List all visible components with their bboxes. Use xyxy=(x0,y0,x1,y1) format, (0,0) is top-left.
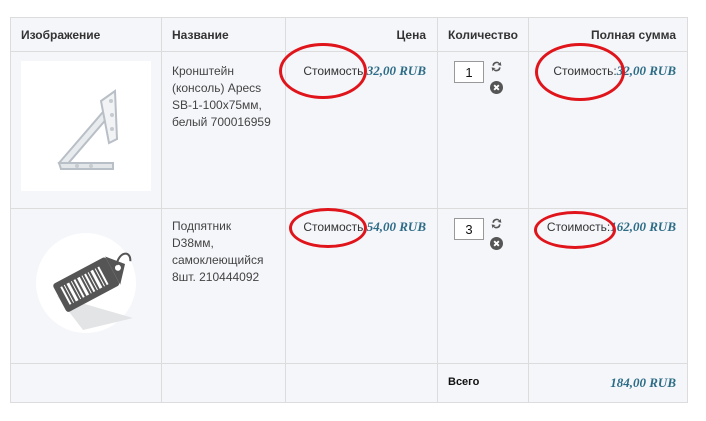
quantity-input[interactable] xyxy=(454,218,484,240)
bracket-image xyxy=(57,89,119,170)
column-divider xyxy=(437,18,438,402)
remove-icon[interactable] xyxy=(490,81,503,94)
unit-price: Стоимость:54,00 RUB xyxy=(303,219,426,234)
column-divider xyxy=(528,18,529,402)
row-divider xyxy=(11,208,687,209)
header-quantity: Количество xyxy=(448,28,518,42)
refresh-icon[interactable] xyxy=(490,60,503,73)
price-tag-icon xyxy=(36,233,136,333)
header-price: Цена xyxy=(396,28,426,42)
remove-icon[interactable] xyxy=(490,237,503,250)
quantity-input[interactable] xyxy=(454,61,484,83)
header-image: Изображение xyxy=(21,28,101,42)
cart-table: Изображение Название Цена Количество Пол… xyxy=(10,17,688,403)
unit-price: Стоимость:32,00 RUB xyxy=(303,63,426,78)
product-name[interactable]: Кронштейн (консоль) Apecs SB-1-100x75мм,… xyxy=(172,63,282,131)
product-name[interactable]: Подпятник D38мм, самоклеющийся 8шт. 2104… xyxy=(172,218,282,286)
row-divider xyxy=(11,51,687,52)
header-name: Название xyxy=(172,28,229,42)
column-divider xyxy=(285,18,286,402)
header-total: Полная сумма xyxy=(591,28,676,42)
product-image[interactable] xyxy=(21,218,151,348)
column-divider xyxy=(161,18,162,402)
row-divider xyxy=(11,363,687,364)
row-total: Стоимость:32,00 RUB xyxy=(553,63,676,78)
row-total: Стоимость:162,00 RUB xyxy=(546,219,676,234)
refresh-icon[interactable] xyxy=(490,217,503,230)
summary-total: 184,00 RUB xyxy=(610,375,676,390)
summary-label: Всего xyxy=(448,376,480,388)
product-image[interactable] xyxy=(21,61,151,191)
